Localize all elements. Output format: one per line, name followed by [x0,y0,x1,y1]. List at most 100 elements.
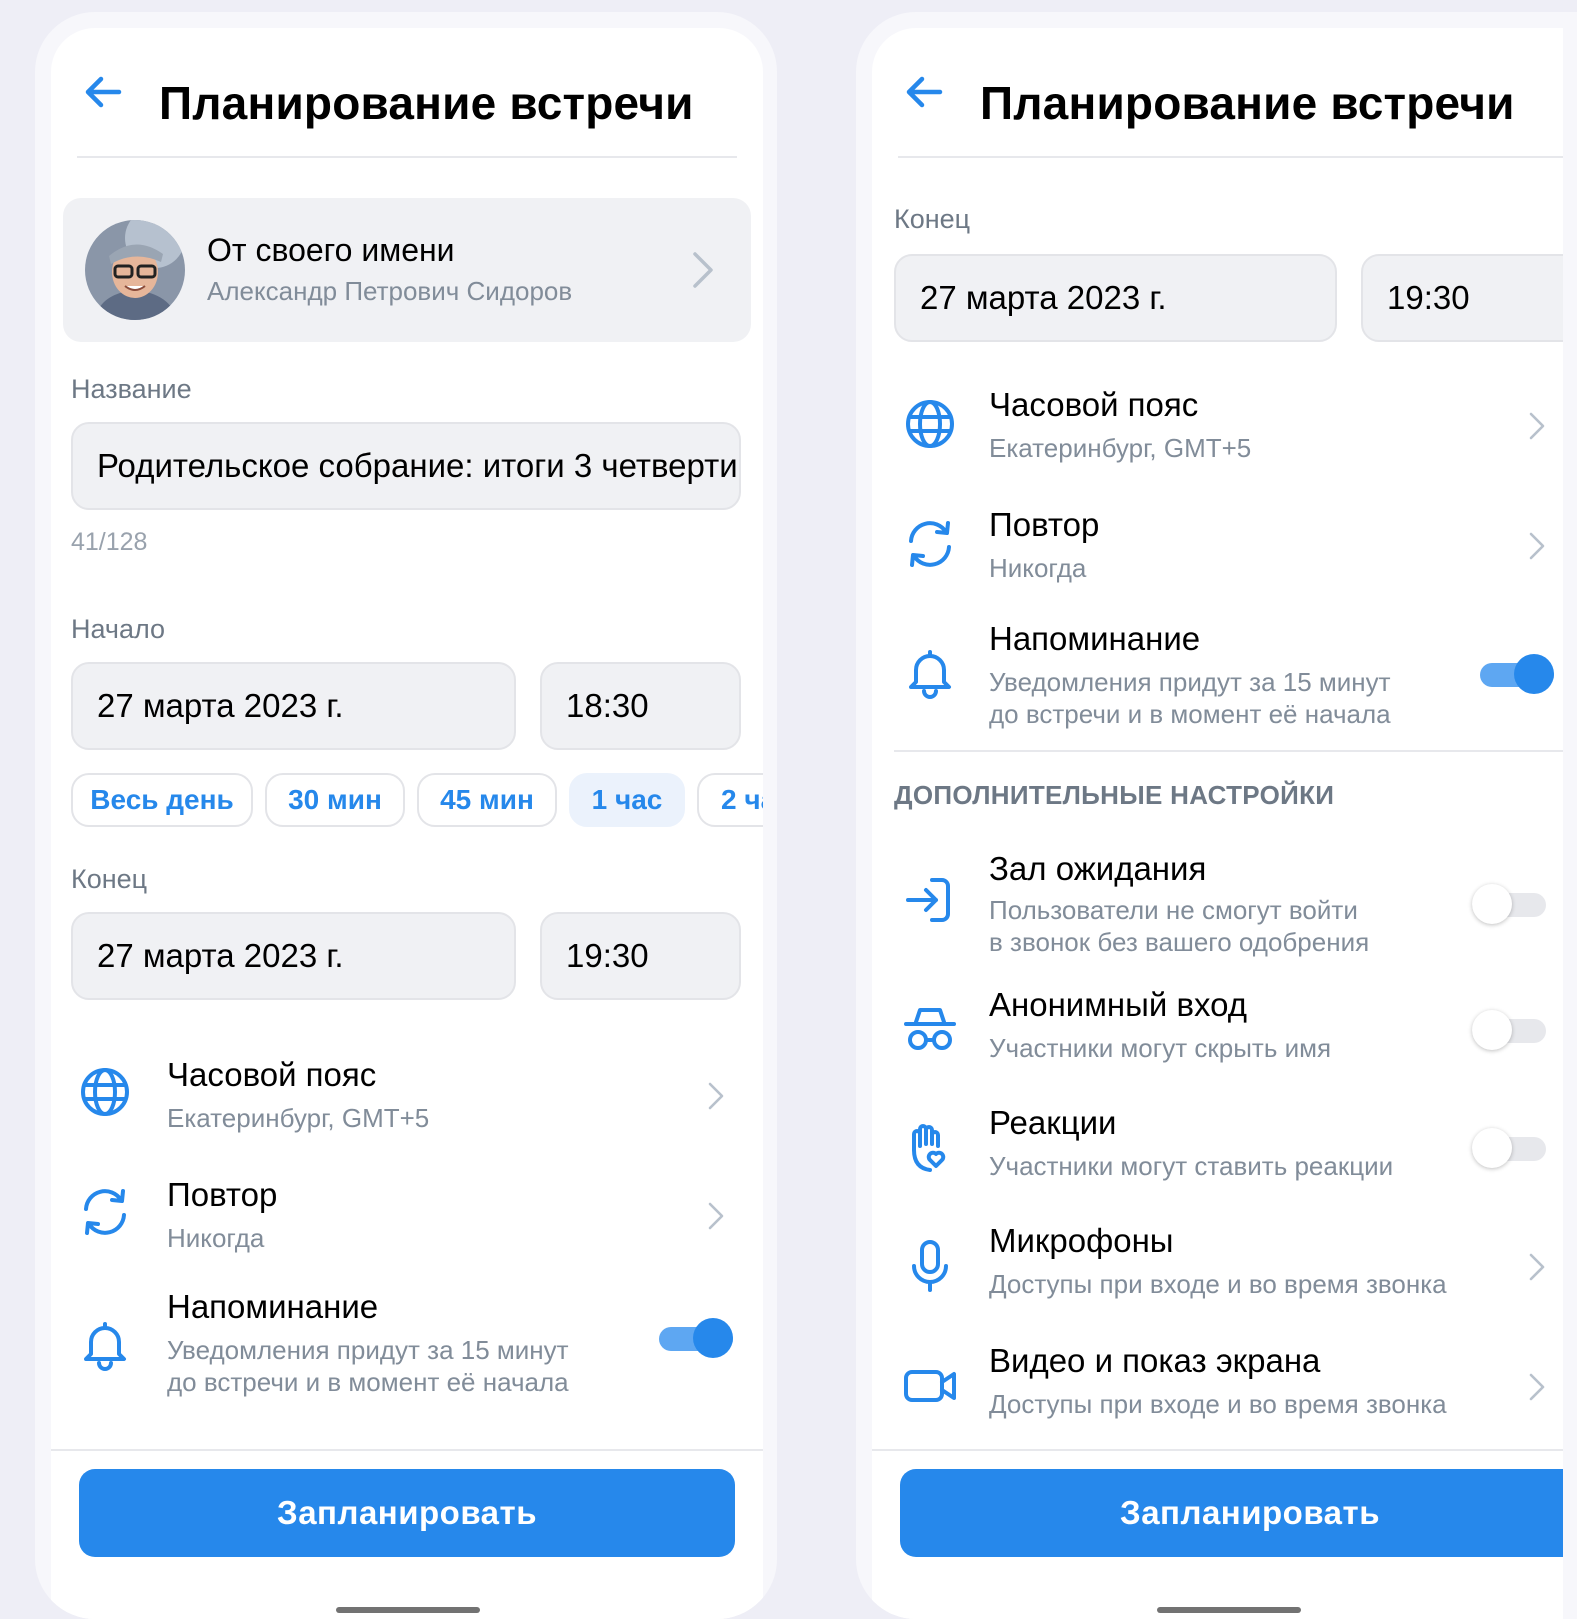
meeting-planner-screen: Планирование встречи От своего имени Але… [51,28,763,1619]
meeting-name-input[interactable]: Родительское собрание: итоги 3 четверти [71,422,741,510]
end-time-field[interactable]: 19:30 [540,912,741,1000]
schedule-button[interactable]: Запланировать [900,1469,1563,1557]
sender-name: Александр Петрович Сидоров [207,276,573,306]
chevron-right-icon [708,1082,724,1110]
timezone-value: Екатеринбург, GMT+5 [989,433,1252,463]
video-screen-share-row[interactable]: Видео и показ экрана Доступы при входе и… [872,1332,1563,1442]
avatar [85,220,185,320]
chevron-right-icon [693,252,713,288]
sender-selector[interactable]: От своего имени Александр Петрович Сидор… [63,198,751,342]
toggle-knob [1472,1128,1512,1168]
globe-icon [81,1068,129,1116]
anonymous-entry-title: Анонимный вход [989,986,1248,1023]
bell-icon [84,1322,126,1371]
video-camera-icon [904,1370,956,1402]
microphones-row[interactable]: Микрофоны Доступы при входе и во время з… [872,1212,1563,1322]
microphones-desc: Доступы при входе и во время звонка [989,1269,1447,1299]
end-date-field[interactable]: 27 марта 2023 г. [894,254,1337,342]
toggle-knob [1472,884,1512,924]
repeat-value: Никогда [167,1223,265,1253]
repeat-icon [84,1189,126,1235]
reminder-desc-line1: Уведомления придут за 15 минут [167,1335,569,1365]
repeat-row[interactable]: Повтор Никогда [872,488,1563,598]
reminder-row: Напоминание Уведомления придут за 15 мин… [51,1278,763,1408]
bottom-action-bar: Запланировать [51,1449,763,1619]
repeat-title: Повтор [989,506,1100,543]
schedule-button[interactable]: Запланировать [79,1469,735,1557]
video-desc: Доступы при входе и во время звонка [989,1389,1447,1419]
toggle-knob [1514,654,1554,694]
anonymous-entry-row: Анонимный вход Участники могут скрыть им… [872,976,1563,1086]
reminder-title: Напоминание [989,620,1201,657]
header: Планирование встречи [51,28,763,158]
reminder-desc-line2: до встречи и в момент её начала [989,699,1391,729]
video-title: Видео и показ экрана [989,1342,1321,1379]
microphone-icon [912,1240,948,1292]
header-divider [77,156,737,158]
reminder-desc-line1: Уведомления придут за 15 минут [989,667,1391,697]
bottom-action-bar: Запланировать [872,1449,1563,1619]
reminder-title: Напоминание [167,1288,379,1325]
reminder-toggle[interactable] [659,1318,733,1358]
page-title: Планирование встречи [159,77,694,129]
anonymous-entry-desc: Участники могут скрыть имя [989,1033,1332,1063]
reminder-desc-line2: до встречи и в момент её начала [167,1367,569,1397]
duration-chip-45-min[interactable]: 45 мин [417,773,557,827]
header-divider [898,156,1563,158]
anonymous-entry-toggle[interactable] [1472,1010,1546,1050]
reactions-title: Реакции [989,1104,1117,1141]
door-enter-icon [906,878,950,922]
hand-heart-icon [912,1124,946,1172]
chevron-right-icon [708,1202,724,1230]
duration-chip-all-day[interactable]: Весь день [71,773,253,827]
name-label: Название [71,374,192,404]
start-label: Начало [71,614,166,644]
timezone-title: Часовой пояс [989,386,1199,423]
chevron-right-icon [1529,1373,1545,1401]
toggle-knob [693,1318,733,1358]
waiting-room-toggle[interactable] [1472,884,1546,924]
meeting-planner-screen-scrolled: Планирование встречи Конец 27 марта 2023… [872,28,1563,1619]
duration-chip-30-min[interactable]: 30 мин [265,773,405,827]
arrow-left-icon[interactable] [902,70,946,114]
globe-icon [906,400,954,448]
microphones-title: Микрофоны [989,1222,1174,1259]
reactions-desc: Участники могут ставить реакции [989,1151,1394,1181]
timezone-row[interactable]: Часовой пояс Екатеринбург, GMT+5 [872,368,1563,478]
end-date-field[interactable]: 27 марта 2023 г. [71,912,516,1000]
char-counter: 41/128 [71,528,148,556]
reminder-row: Напоминание Уведомления придут за 15 мин… [872,610,1563,738]
start-time-field[interactable]: 18:30 [540,662,741,750]
chevron-right-icon [1529,412,1545,440]
waiting-room-title: Зал ожидания [989,850,1207,887]
header: Планирование встречи [872,28,1563,158]
timezone-value: Екатеринбург, GMT+5 [167,1103,430,1133]
repeat-title: Повтор [167,1176,278,1213]
section-divider [894,750,1563,752]
sender-title: От своего имени [207,232,455,268]
end-label: Конец [894,204,971,234]
reminder-toggle[interactable] [1480,654,1554,694]
duration-chip-2-hours[interactable]: 2 ча [697,773,763,827]
home-indicator [336,1607,480,1613]
home-indicator [1157,1607,1301,1613]
end-time-field[interactable]: 19:30 [1361,254,1563,342]
toggle-knob [1472,1010,1512,1050]
extra-settings-header: ДОПОЛНИТЕЛЬНЫЕ НАСТРОЙКИ [894,780,1335,810]
chevron-right-icon [1529,1253,1545,1281]
repeat-row[interactable]: Повтор Никогда [51,1158,763,1268]
phone-screen-left: Планирование встречи От своего имени Але… [35,12,777,1619]
waiting-room-desc-line2: в звонок без вашего одобрения [989,927,1370,957]
start-date-field[interactable]: 27 марта 2023 г. [71,662,516,750]
reactions-toggle[interactable] [1472,1128,1546,1168]
timezone-title: Часовой пояс [167,1056,377,1093]
repeat-icon [909,521,951,567]
repeat-value: Никогда [989,553,1087,583]
waiting-room-desc-line1: Пользователи не смогут войти [989,895,1358,925]
waiting-room-row: Зал ожидания Пользователи не смогут войт… [872,836,1563,964]
bell-icon [909,650,951,699]
timezone-row[interactable]: Часовой пояс Екатеринбург, GMT+5 [51,1038,763,1148]
duration-chip-1-hour[interactable]: 1 час [569,773,685,827]
arrow-left-icon[interactable] [81,70,125,114]
reactions-row: Реакции Участники могут ставить реакции [872,1094,1563,1204]
